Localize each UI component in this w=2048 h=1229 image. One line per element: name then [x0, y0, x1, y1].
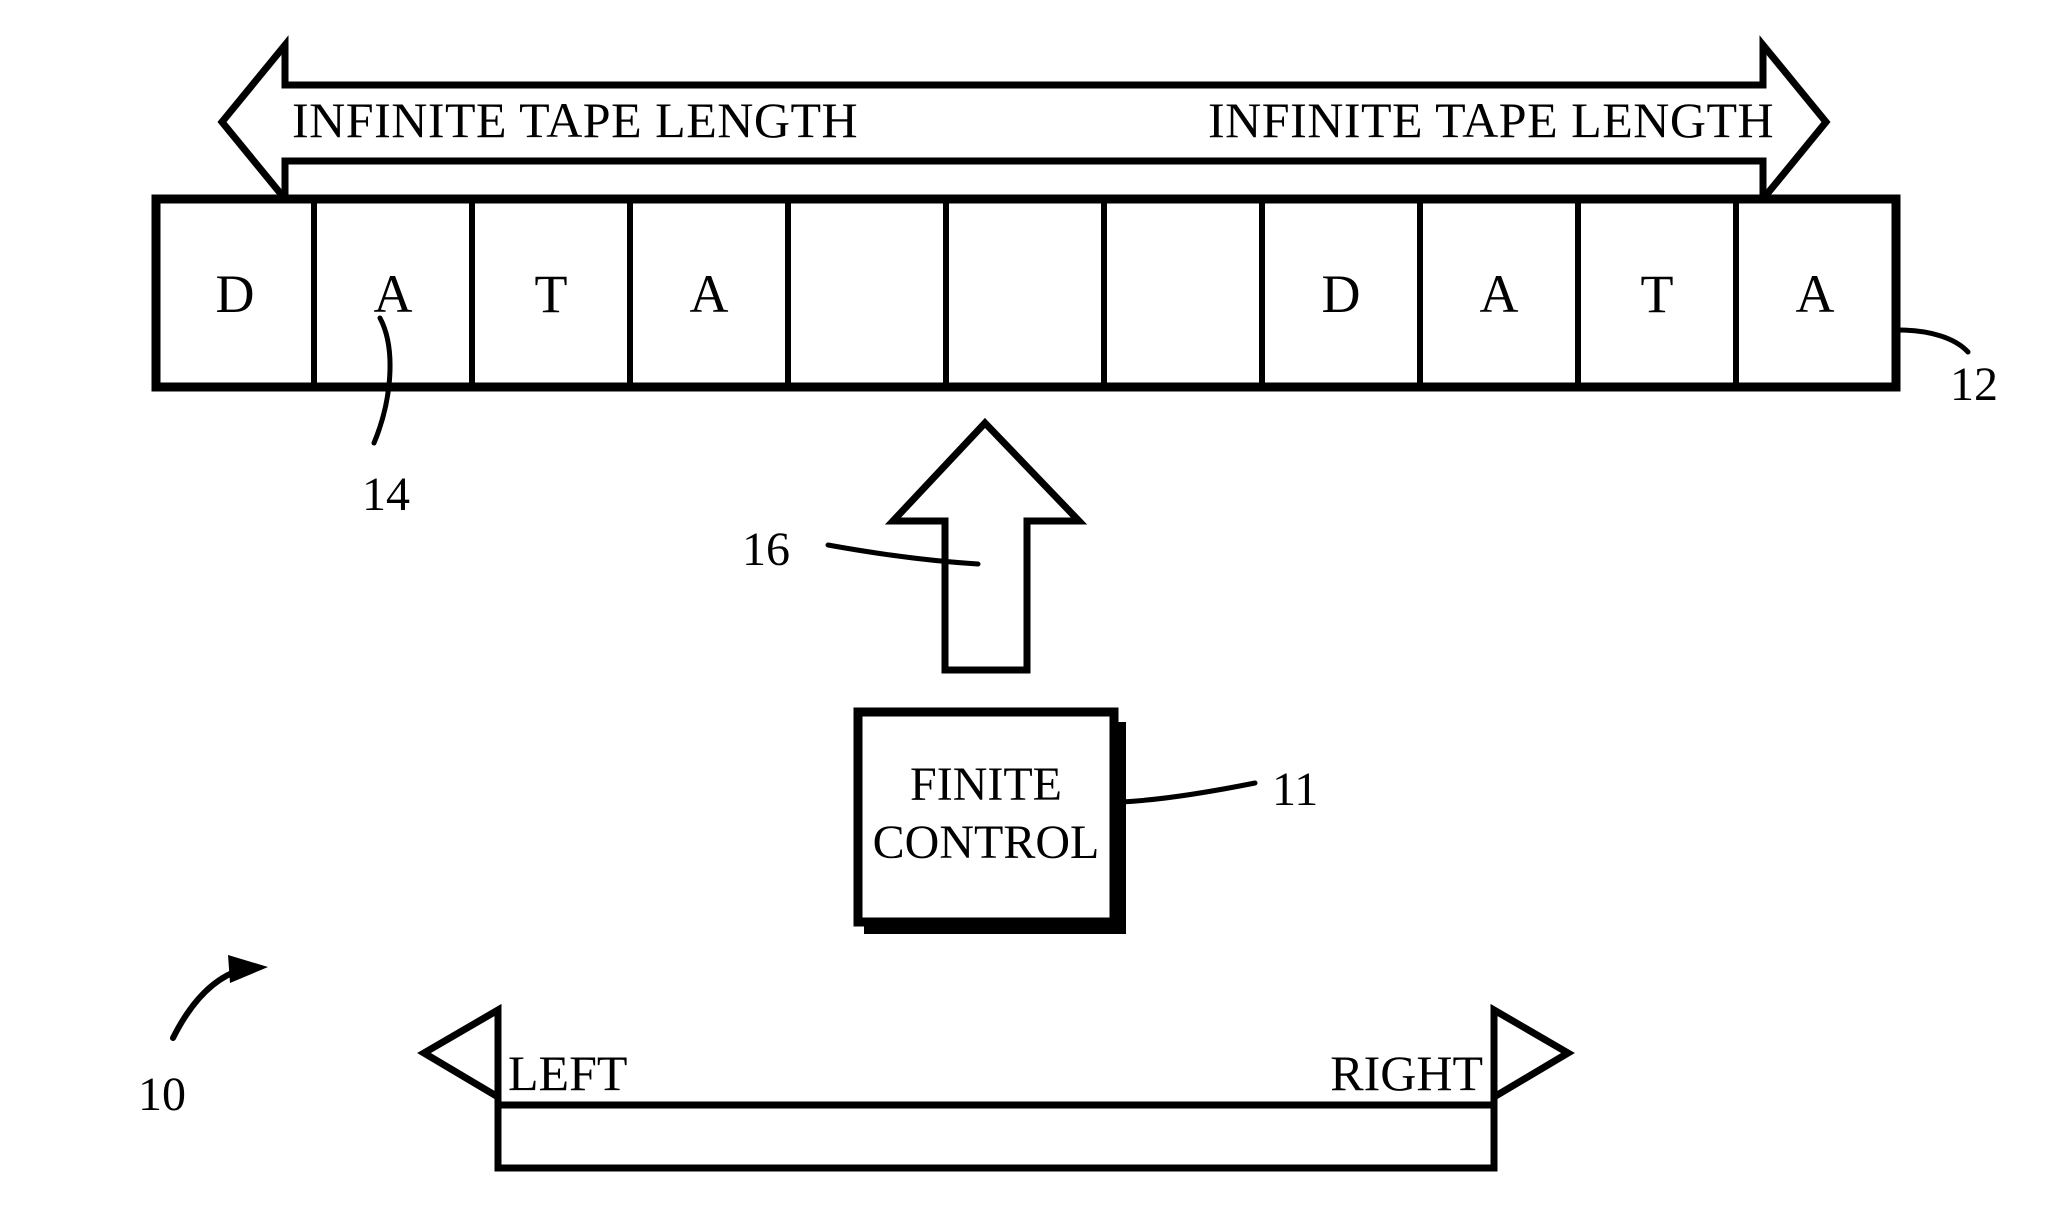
infinite-tape-length-arrow: INFINITE TAPE LENGTH INFINITE TAPE LENGT… — [217, 35, 1831, 209]
top-arrow-label-left: INFINITE TAPE LENGTH — [292, 92, 858, 148]
tape-cell-value: D — [216, 264, 255, 324]
tape-cell-value: A — [1480, 264, 1519, 324]
figure-canvas: INFINITE TAPE LENGTH INFINITE TAPE LENGT… — [138, 35, 1998, 1172]
tape-cell-ref-number: 14 — [362, 468, 410, 521]
patent-figure: INFINITE TAPE LENGTH INFINITE TAPE LENGT… — [0, 0, 2048, 1229]
tape-ref-leader-line — [1895, 327, 1971, 355]
movement-direction-arrow: LEFT RIGHT — [417, 1003, 1575, 1172]
figure-ref-10: 10 — [138, 955, 268, 1121]
top-arrow-label-right: INFINITE TAPE LENGTH — [1208, 92, 1774, 148]
bottom-arrow-label-right: RIGHT — [1330, 1045, 1483, 1101]
finite-control-line2: CONTROL — [873, 816, 1100, 869]
tape-cell-value: A — [690, 264, 729, 324]
tape-cell-value: D — [1322, 264, 1361, 324]
tape-cell-value: A — [374, 264, 413, 324]
tape: D A T A D A T A 12 14 — [151, 194, 1998, 521]
head-arrow-shape — [884, 417, 1088, 674]
head-ref-number: 16 — [742, 523, 790, 576]
bottom-arrow-label-left: LEFT — [508, 1045, 627, 1101]
finite-control-line1: FINITE — [910, 758, 1062, 811]
tape-cell-value: T — [1641, 264, 1674, 324]
tape-ref-number: 12 — [1950, 358, 1998, 411]
finite-control-box: FINITE CONTROL 11 — [853, 707, 1318, 934]
figure-ref-arrowhead — [228, 955, 268, 983]
tape-cell-value: T — [535, 264, 568, 324]
figure-ref-number: 10 — [138, 1068, 186, 1121]
read-write-head-arrow: 16 — [742, 417, 1088, 674]
tape-outline — [151, 194, 1901, 392]
finite-control-ref-number: 11 — [1272, 763, 1318, 816]
tape-cell-value: A — [1796, 264, 1835, 324]
finite-control-ref-leader-line — [1117, 780, 1258, 805]
